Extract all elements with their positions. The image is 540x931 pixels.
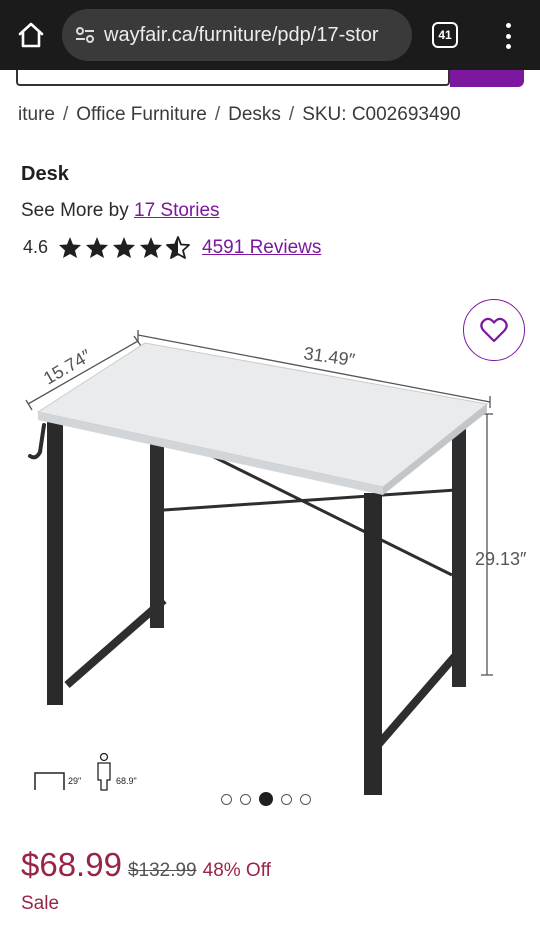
scale-person-height-label: 68.9": [116, 776, 137, 786]
sale-badge: Sale: [21, 893, 60, 914]
product-title: Desk: [21, 163, 69, 185]
star-rating: [58, 236, 190, 259]
breadcrumb-item-desks[interactable]: Desks: [228, 104, 281, 126]
home-icon[interactable]: [14, 18, 48, 52]
breadcrumb-sku: SKU: C002693490: [302, 104, 461, 125]
carousel-dot[interactable]: [281, 793, 292, 805]
scale-desk-height-label: 29": [68, 776, 81, 786]
dim-height-label: 29.13″: [475, 549, 527, 569]
breadcrumb-separator: /: [214, 104, 221, 125]
carousel-dot[interactable]: [300, 793, 311, 805]
original-price: $132.99: [127, 860, 197, 881]
rating-value: 4.6: [23, 237, 49, 257]
breadcrumb-separator: /: [288, 104, 295, 125]
address-bar[interactable]: wayfair.ca/furniture/pdp/17-stor: [62, 9, 412, 61]
breadcrumb-item-office-furniture[interactable]: Office Furniture: [76, 104, 207, 126]
carousel-dots: [221, 792, 311, 806]
star-half-icon: [166, 236, 190, 259]
star-full-icon: [86, 237, 109, 258]
price-row: $68.99 $132.99 48% Off: [21, 846, 271, 884]
see-more-prefix: See More by: [21, 200, 134, 221]
breadcrumb-separator: /: [62, 104, 69, 125]
product-image[interactable]: 15.74″ 31.49″ 29.13″ 29" 68.9": [0, 280, 540, 810]
browser-toolbar: wayfair.ca/furniture/pdp/17-stor 41: [0, 0, 540, 70]
reviews-link[interactable]: 4591 Reviews: [202, 237, 321, 259]
tab-switcher-button[interactable]: 41: [432, 22, 458, 48]
star-full-icon: [59, 237, 82, 258]
more-menu-icon[interactable]: [496, 20, 520, 52]
discount-label: 48% Off: [202, 860, 271, 881]
brand-link[interactable]: 17 Stories: [134, 200, 220, 221]
rating-row: 4.6 4591 Reviews: [23, 236, 321, 259]
carousel-dot[interactable]: [240, 793, 251, 805]
url-text: wayfair.ca/furniture/pdp/17-stor: [104, 23, 379, 46]
carousel-dot[interactable]: [221, 793, 232, 805]
heart-icon: [480, 317, 508, 343]
carousel-dot[interactable]: [259, 792, 273, 806]
breadcrumb-item-furniture[interactable]: iture: [18, 104, 55, 126]
see-more-by: See More by 17 Stories: [21, 200, 220, 222]
star-full-icon: [113, 237, 136, 258]
dim-width-label: 31.49″: [302, 343, 356, 370]
breadcrumb: iture / Office Furniture / Desks / SKU: …: [18, 104, 461, 126]
site-settings-icon[interactable]: [74, 24, 96, 46]
favorite-button[interactable]: [463, 299, 525, 361]
star-full-icon: [140, 237, 163, 258]
sale-price: $68.99: [21, 846, 122, 883]
